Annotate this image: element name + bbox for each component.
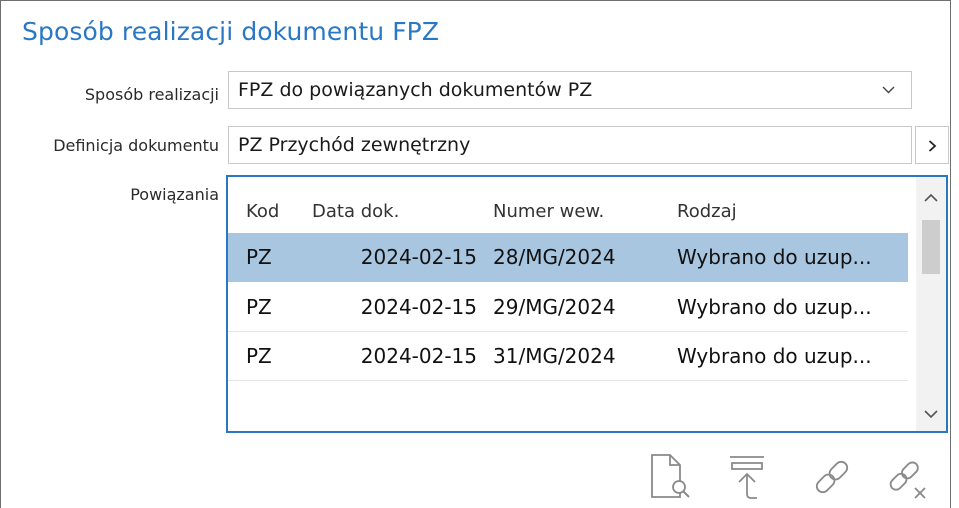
definicja-dokumentu-field[interactable]: PZ Przychód zewnętrzny (228, 126, 912, 164)
section-title: Sposób realizacji dokumentu FPZ (22, 17, 440, 46)
scroll-down-icon[interactable] (924, 409, 938, 419)
definicja-open-button[interactable] (915, 126, 949, 164)
vertical-scrollbar[interactable] (916, 177, 946, 431)
column-header-data[interactable]: Data dok. (312, 201, 399, 222)
chevron-down-icon (882, 86, 895, 94)
cell-kod: PZ (246, 245, 272, 269)
grid-header: Kod Data dok. Numer wew. Rodzaj (228, 177, 908, 231)
sposob-realizacji-value: FPZ do powiązanych dokumentów PZ (238, 79, 593, 101)
cell-rodzaj: Wybrano do uzup... (677, 245, 872, 269)
document-preview-icon[interactable] (646, 452, 694, 502)
table-row[interactable]: PZ 2024-02-15 29/MG/2024 Wybrano do uzup… (228, 283, 908, 332)
sposob-realizacji-dropdown[interactable]: FPZ do powiązanych dokumentów PZ (228, 71, 912, 109)
cell-numer: 29/MG/2024 (493, 295, 616, 319)
cell-data: 2024-02-15 (360, 245, 477, 269)
cell-data: 2024-02-15 (360, 295, 477, 319)
unlink-icon[interactable] (884, 452, 932, 502)
definicja-dokumentu-label: Definicja dokumentu (53, 136, 219, 155)
sposob-realizacji-label: Sposób realizacji (84, 85, 219, 104)
chevron-right-icon (928, 140, 937, 152)
powiazania-label: Powiązania (130, 185, 219, 204)
cell-numer: 31/MG/2024 (493, 344, 616, 368)
cell-data: 2024-02-15 (360, 344, 477, 368)
column-header-rodzaj[interactable]: Rodzaj (677, 201, 737, 222)
column-header-numer[interactable]: Numer wew. (493, 201, 604, 222)
cell-rodzaj: Wybrano do uzup... (677, 295, 872, 319)
cell-kod: PZ (246, 295, 272, 319)
link-icon[interactable] (808, 452, 856, 502)
table-row[interactable]: PZ 2024-02-15 28/MG/2024 Wybrano do uzup… (228, 233, 908, 282)
column-header-kod[interactable]: Kod (246, 201, 279, 222)
scrollbar-thumb[interactable] (922, 220, 940, 274)
powiazania-grid[interactable]: Kod Data dok. Numer wew. Rodzaj PZ 2024-… (226, 175, 948, 433)
export-icon[interactable] (724, 452, 772, 502)
cell-rodzaj: Wybrano do uzup... (677, 344, 872, 368)
definicja-dokumentu-value: PZ Przychód zewnętrzny (238, 134, 471, 156)
table-row[interactable]: PZ 2024-02-15 31/MG/2024 Wybrano do uzup… (228, 332, 908, 381)
cell-kod: PZ (246, 344, 272, 368)
scroll-up-icon[interactable] (924, 193, 938, 203)
cell-numer: 28/MG/2024 (493, 245, 616, 269)
